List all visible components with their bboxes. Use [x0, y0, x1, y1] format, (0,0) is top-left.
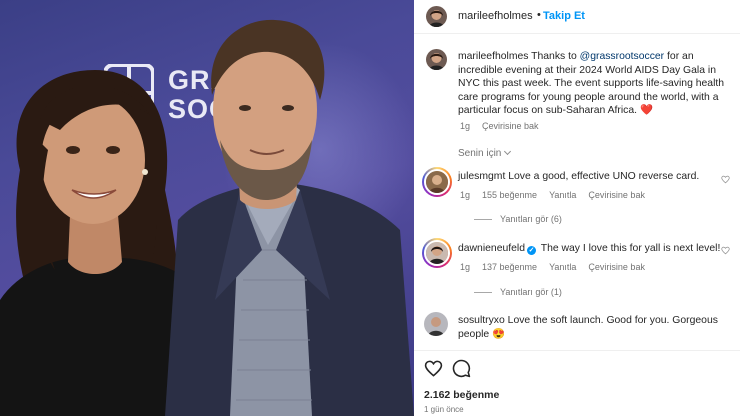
- comment-text: Love a good, effective UNO reverse card.: [508, 171, 700, 182]
- caption-username[interactable]: marileefholmes: [458, 51, 528, 62]
- divider: [474, 219, 492, 221]
- post-header: marileefholmes • Takip Et: [414, 0, 740, 34]
- comment-username[interactable]: dawnieneufeld: [458, 243, 525, 254]
- story-ring[interactable]: [422, 167, 452, 197]
- reply-button[interactable]: Yanıtla: [549, 190, 576, 200]
- sort-dropdown[interactable]: Senin için: [458, 147, 512, 159]
- comment: dawnieneufeld ✓ The way I love this for y…: [458, 242, 734, 256]
- view-replies-label: Yanıtları gör (1): [500, 287, 562, 297]
- comment: julesmgmt Love a good, effective UNO rev…: [458, 170, 734, 184]
- avatar[interactable]: [424, 312, 448, 336]
- comment-age: 1g: [460, 262, 471, 272]
- post-caption: marileefholmes Thanks to @grassrootsocce…: [458, 50, 734, 118]
- view-replies-button[interactable]: Yanıtları gör (6): [474, 214, 562, 224]
- post-actions: 2.162 beğenme 1 gün önce: [414, 350, 740, 416]
- post-time: 1 gün önce: [424, 405, 464, 414]
- comment-username[interactable]: sosultryxo: [458, 315, 505, 326]
- comment-username[interactable]: julesmgmt: [458, 171, 505, 182]
- caption-text-before: Thanks to: [531, 51, 580, 62]
- view-replies-button[interactable]: Yanıtları gör (1): [474, 287, 562, 297]
- story-ring[interactable]: [422, 238, 452, 268]
- comment-meta: 1g 155 beğenme Yanıtla Çevirisine bak: [460, 190, 645, 200]
- comment-text: The way I love this for yall is next lev…: [540, 243, 721, 254]
- sort-label: Senin için: [458, 148, 502, 159]
- heart-emoji: ❤️: [639, 105, 653, 116]
- comment-bubble-icon[interactable]: [452, 359, 471, 378]
- caption-mention[interactable]: @grassrootsoccer: [580, 51, 664, 62]
- view-replies-label: Yanıtları gör (6): [500, 214, 562, 224]
- heart-eyes-emoji: 😍: [492, 328, 506, 340]
- caption-avatar[interactable]: [426, 49, 447, 70]
- avatar[interactable]: [426, 6, 447, 27]
- follow-button[interactable]: Takip Et: [543, 10, 585, 22]
- verified-badge-icon: ✓: [527, 246, 537, 255]
- small-heart-icon[interactable]: [721, 246, 730, 255]
- post-photo[interactable]: GRA SOC: [0, 0, 414, 416]
- header-username[interactable]: marileefholmes: [458, 10, 533, 22]
- separator-dot: •: [537, 9, 541, 21]
- comment-likes[interactable]: 155 beğenme: [482, 190, 537, 200]
- comment: sosultryxo Love the soft launch. Good fo…: [458, 314, 734, 341]
- chevron-down-icon: [504, 147, 512, 156]
- translate-link[interactable]: Çevirisine bak: [588, 190, 645, 200]
- translate-link[interactable]: Çevirisine bak: [588, 262, 645, 272]
- divider: [474, 292, 492, 294]
- reply-button[interactable]: Yanıtla: [549, 262, 576, 272]
- likes-count[interactable]: 2.162 beğenme: [424, 389, 499, 401]
- heart-outline-icon[interactable]: [424, 359, 443, 378]
- avatar: [424, 240, 450, 266]
- comment-meta: 1g 137 beğenme Yanıtla Çevirisine bak: [460, 262, 645, 272]
- caption-meta: 1g Çevirisine bak: [460, 121, 539, 131]
- caption-age: 1g: [460, 121, 471, 131]
- caption-translate-link[interactable]: Çevirisine bak: [482, 121, 539, 131]
- post-side-panel: marileefholmes • Takip Et marileefholmes…: [414, 0, 740, 416]
- couple-illustration: [0, 19, 414, 416]
- comment-age: 1g: [460, 190, 471, 200]
- avatar: [424, 169, 450, 195]
- comment-likes[interactable]: 137 beğenme: [482, 262, 537, 272]
- small-heart-icon[interactable]: [721, 175, 730, 184]
